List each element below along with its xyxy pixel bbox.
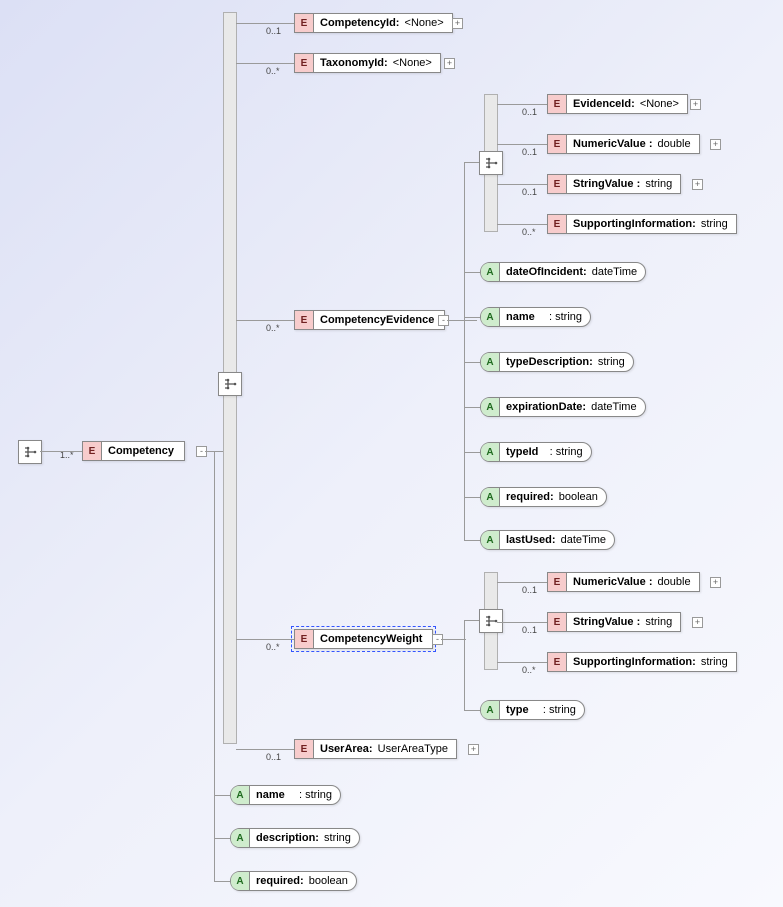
element-competency-evidence[interactable]: E CompetencyEvidence <box>294 310 445 330</box>
sequence-icon <box>479 151 503 175</box>
element-w-numeric[interactable]: E NumericValue : double <box>547 572 700 592</box>
card: 0..1 <box>266 26 281 36</box>
expand-icon[interactable]: + <box>452 18 463 29</box>
expand-icon[interactable]: + <box>468 744 479 755</box>
sequence-icon <box>218 372 242 396</box>
attr-required[interactable]: A required: boolean <box>230 871 357 891</box>
expand-icon[interactable]: + <box>692 617 703 628</box>
element-taxonomy-id[interactable]: E TaxonomyId: <None> <box>294 53 441 73</box>
sequence-icon <box>479 609 503 633</box>
attr-type-description[interactable]: A typeDescription: string <box>480 352 634 372</box>
element-competency[interactable]: E Competency <box>82 441 185 461</box>
element-competency-id[interactable]: E CompetencyId: <None> <box>294 13 453 33</box>
element-supporting-info[interactable]: E SupportingInformation: string <box>547 214 737 234</box>
attr-w-type[interactable]: A type : string <box>480 700 585 720</box>
card: 0..* <box>266 66 280 76</box>
expand-icon[interactable]: + <box>692 179 703 190</box>
element-numeric-value[interactable]: E NumericValue : double <box>547 134 700 154</box>
element-w-string[interactable]: E StringValue : string <box>547 612 681 632</box>
element-competency-weight[interactable]: E CompetencyWeight <box>294 629 433 649</box>
expand-icon[interactable]: + <box>690 99 701 110</box>
attr-last-used[interactable]: A lastUsed: dateTime <box>480 530 615 550</box>
attr-expiration-date[interactable]: A expirationDate: dateTime <box>480 397 646 417</box>
attr-ev-required[interactable]: A required: boolean <box>480 487 607 507</box>
attr-name[interactable]: A name : string <box>230 785 341 805</box>
element-user-area[interactable]: E UserArea: UserAreaType <box>294 739 457 759</box>
attr-type-id[interactable]: A typeId : string <box>480 442 592 462</box>
attr-description[interactable]: A description: string <box>230 828 360 848</box>
label-competency: Competency <box>108 445 174 457</box>
attr-date-of-incident[interactable]: A dateOfIncident: dateTime <box>480 262 646 282</box>
expand-icon[interactable]: + <box>444 58 455 69</box>
expand-icon[interactable]: + <box>710 577 721 588</box>
card: 0..* <box>266 323 280 333</box>
sequence-icon <box>18 440 42 464</box>
element-evidence-id[interactable]: E EvidenceId: <None> <box>547 94 688 114</box>
expand-icon[interactable]: + <box>710 139 721 150</box>
element-w-support[interactable]: E SupportingInformation: string <box>547 652 737 672</box>
element-string-value[interactable]: E StringValue : string <box>547 174 681 194</box>
attr-ev-name[interactable]: A name : string <box>480 307 591 327</box>
element-badge: E <box>83 442 102 460</box>
